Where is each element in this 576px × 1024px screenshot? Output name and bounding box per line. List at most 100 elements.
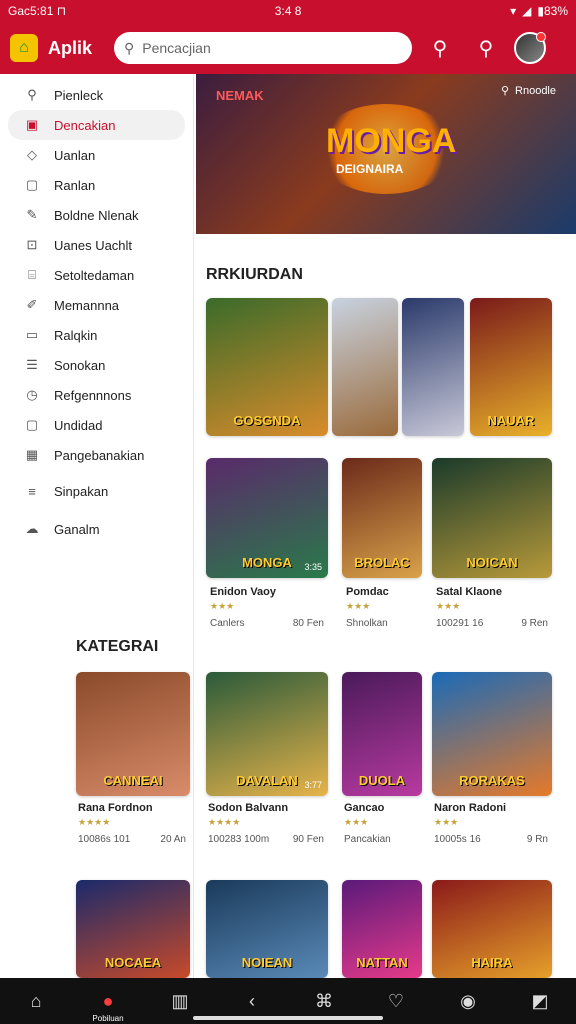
- game-stats: Canlers 80 Fen: [210, 618, 324, 629]
- game-meta[interactable]: Naron Radoni ★★★ 10005s 16 9 Rn: [434, 802, 548, 845]
- sidebar-item-9[interactable]: ▭ Ralqkin: [8, 320, 185, 350]
- sidebar-item-label: Setoltedaman: [54, 267, 135, 283]
- sidebar-item-8[interactable]: ✐ Memannna: [8, 290, 185, 320]
- sidebar-item-3[interactable]: ◇ Uanlan: [8, 140, 185, 170]
- game-tile[interactable]: DAVALAN 3:77: [206, 672, 328, 796]
- sidebar-item-10[interactable]: ☰ Sonokan: [8, 350, 185, 380]
- sidebar-item-label: Pangebanakian: [54, 447, 145, 463]
- sidebar-item-4[interactable]: ▢ Ranlan: [8, 170, 185, 200]
- sidebar-item-label: Boldne Nlenak: [54, 207, 139, 223]
- sidebar-item-15[interactable]: ☁ Ganalm: [8, 514, 185, 544]
- nav-edit[interactable]: ◩: [520, 981, 560, 1021]
- game-tile[interactable]: NOCAEA: [76, 880, 190, 978]
- hero-search-tag[interactable]: ⚲ Rnoodle: [501, 84, 556, 98]
- sidebar-item-11[interactable]: ◷ Refgennnons: [8, 380, 185, 410]
- hero-banner[interactable]: NEMAK MONGA DEIGNAIRA ⚲ Rnoodle: [196, 74, 576, 234]
- game-tile[interactable]: RORAKAS: [432, 672, 552, 796]
- sidebar-item-label: Sinpakan: [54, 483, 109, 499]
- game-meta[interactable]: Rana Fordnon ★★★★ 10086s 101 20 An: [78, 802, 186, 845]
- rating-stars: ★★★: [436, 601, 461, 611]
- game-meta[interactable]: Pomdac ★★★ Shnolkan: [346, 586, 418, 629]
- nav-home[interactable]: ⌂: [16, 981, 56, 1021]
- sidebar-item-13[interactable]: ▦ Pangebanakian: [8, 440, 185, 470]
- game-meta[interactable]: Gancao ★★★ Pancakian: [344, 802, 418, 845]
- search-alt-button[interactable]: ⚲: [468, 30, 504, 66]
- hero-title: MONGA: [326, 122, 457, 160]
- nav-book[interactable]: ▥: [160, 981, 200, 1021]
- gamepad-icon: ⌘: [315, 990, 333, 1011]
- book-icon: ▥: [171, 990, 189, 1011]
- app-icon: ▣: [25, 117, 39, 132]
- sidebar-item-14[interactable]: ≡ Sinpakan: [8, 476, 185, 506]
- game-tile[interactable]: DUOLA: [342, 672, 422, 796]
- game-tile[interactable]: MONGA 3:35: [206, 458, 328, 578]
- sidebar-item-12[interactable]: ▢ Undidad: [8, 410, 185, 440]
- rating-stars: ★★★★: [78, 817, 111, 827]
- sidebar-item-label: Refgennnons: [54, 387, 132, 403]
- game-name: Gancao: [344, 802, 385, 814]
- hero-search-tag-label: Rnoodle: [515, 84, 556, 97]
- game-stat-right: 90 Fen: [292, 834, 324, 845]
- pen-icon: ✎: [26, 207, 38, 222]
- sidebar-item-2[interactable]: ▣ Dencakian: [8, 110, 185, 140]
- search-icon: ⚲: [124, 39, 135, 56]
- game-name: Sodon Balvann: [208, 802, 289, 814]
- app-bar: ⌂ Aplik ⚲ Pencacjian ⚲ ⚲: [0, 22, 576, 74]
- edit-icon: ◩: [531, 990, 549, 1011]
- game-tile[interactable]: [402, 298, 464, 436]
- game-stat-right: 20 An: [160, 834, 186, 845]
- avatar[interactable]: [514, 32, 546, 64]
- game-stats: Shnolkan: [346, 618, 418, 629]
- game-stat-left: 10005s 16: [434, 834, 481, 845]
- game-stat-left: Shnolkan: [346, 618, 388, 629]
- hero-brand: NEMAK: [216, 88, 264, 103]
- game-logo-text: HAIRA: [471, 955, 513, 970]
- game-stats: 10005s 16 9 Rn: [434, 834, 548, 845]
- game-tile[interactable]: NATTAN: [342, 880, 422, 978]
- game-tile[interactable]: BROLAC: [342, 458, 422, 578]
- search-placeholder: Pencacjian: [142, 40, 211, 56]
- game-meta[interactable]: Sodon Balvann ★★★★ 100283 100m 90 Fen: [208, 802, 324, 845]
- status-right: ▾ ◢ ▮83%: [510, 4, 568, 18]
- nav-heart[interactable]: ♡: [376, 981, 416, 1021]
- game-tile[interactable]: NOICAN: [432, 458, 552, 578]
- sidebar-item-1[interactable]: ⚲ Pienleck: [8, 80, 185, 110]
- square-icon: ▢: [25, 177, 39, 192]
- game-name: Enidon Vaoy: [210, 586, 277, 598]
- game-logo-text: RORAKAS: [459, 773, 525, 788]
- notification-dot: [536, 32, 546, 42]
- nav-record[interactable]: ◉: [448, 981, 488, 1021]
- chat-icon: ▭: [25, 327, 39, 342]
- game-logo-text: NOCAEA: [104, 955, 162, 970]
- nav-gamepad[interactable]: ⌘: [304, 981, 344, 1021]
- game-art: [402, 298, 464, 436]
- game-stat-left: 10086s 101: [78, 834, 131, 845]
- game-tile[interactable]: CANNEAI: [76, 672, 190, 796]
- game-meta[interactable]: Satal Klaone ★★★ 100291 16 9 Ren: [436, 586, 548, 629]
- heart-icon: ♡: [387, 990, 405, 1011]
- sidebar-item-label: Memannna: [54, 297, 120, 313]
- game-tile[interactable]: NOIEAN: [206, 880, 328, 978]
- list-icon: ☰: [26, 357, 38, 372]
- game-tile[interactable]: HAIRA: [432, 880, 552, 978]
- sidebar-item-6[interactable]: ⊡ Uanes Uachlt: [8, 230, 185, 260]
- game-name: Satal Klaone: [436, 586, 503, 598]
- game-tile[interactable]: NAUAR: [470, 298, 552, 436]
- rating-stars: ★★★★: [208, 817, 241, 827]
- search-bar[interactable]: ⚲ Pencacjian: [114, 32, 412, 64]
- app-logo[interactable]: ⌂: [10, 34, 38, 62]
- nav-back[interactable]: ‹: [232, 981, 272, 1021]
- status-bar: Gac5:81 ⊓ 3:4 8 ▾ ◢ ▮83%: [0, 0, 576, 22]
- sidebar-item-5[interactable]: ✎ Boldne Nlenak: [8, 200, 185, 230]
- status-left-text: Gac5:81 ⊓: [8, 4, 67, 18]
- sidebar-item-7[interactable]: ⌸ Setoltedaman: [8, 260, 185, 290]
- game-meta[interactable]: Enidon Vaoy ★★★ Canlers 80 Fen: [210, 586, 324, 629]
- game-tile[interactable]: GOSGNDA: [206, 298, 328, 436]
- featured-title: RRKIURDAN: [206, 266, 303, 283]
- game-tile[interactable]: [332, 298, 398, 436]
- categories-title: KATEGRAI: [76, 638, 159, 655]
- search-button[interactable]: ⚲: [422, 30, 458, 66]
- nav-pin[interactable]: ● Pobiluan: [88, 981, 128, 1024]
- home-indicator[interactable]: [193, 1016, 383, 1020]
- sidebar-item-label: Dencakian: [54, 117, 116, 133]
